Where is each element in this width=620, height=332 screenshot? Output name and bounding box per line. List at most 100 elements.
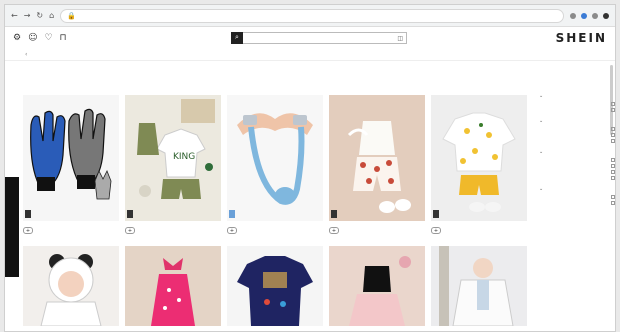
forward-icon[interactable]: →: [24, 11, 31, 20]
side-tab[interactable]: [5, 177, 19, 277]
safety-harness-illustration: [237, 113, 313, 205]
product-image[interactable]: [125, 246, 221, 326]
checkbox[interactable]: [611, 158, 615, 162]
user-icon[interactable]: ☺: [28, 33, 37, 43]
chevron-down-icon[interactable]: ⌄: [539, 149, 543, 155]
reload-icon[interactable]: ↻: [36, 11, 43, 20]
product-card[interactable]: [125, 246, 221, 326]
heart-icon[interactable]: ♡: [44, 33, 52, 43]
product-image[interactable]: [23, 246, 119, 326]
add-to-cart-button[interactable]: +: [431, 227, 441, 234]
product-card[interactable]: +: [431, 95, 527, 234]
cart-plus-icon: +: [433, 227, 439, 234]
product-card[interactable]: [329, 246, 425, 326]
filter-option[interactable]: [539, 127, 615, 131]
checkbox[interactable]: [611, 102, 615, 106]
camera-icon[interactable]: ◫: [397, 35, 406, 42]
filter-panel: ⌄ ⌄ ⌄ ⌄: [539, 93, 615, 211]
extension-icon[interactable]: [581, 12, 587, 19]
filter-option[interactable]: [539, 139, 615, 143]
filter-group[interactable]: ⌄: [539, 149, 615, 180]
checkbox[interactable]: [611, 201, 615, 205]
baby-outfit-illustration: KING: [137, 99, 215, 199]
gloves-illustration: [30, 108, 112, 200]
product-badge: [331, 210, 337, 218]
search-icon: ⌕: [235, 33, 239, 41]
add-to-cart-button[interactable]: +: [23, 227, 33, 234]
browser-window: ← → ↻ ⌂ 🔒 ⚙ ☺ ♡ ⊓ ⌕ ◫ SHEIN ‹ + KING + +…: [4, 4, 616, 332]
category-bar: ‹: [5, 49, 615, 61]
product-image[interactable]: [227, 246, 323, 326]
search-input[interactable]: [243, 33, 398, 43]
chevron-down-icon[interactable]: ⌄: [539, 186, 543, 192]
product-image[interactable]: [329, 246, 425, 326]
filter-option[interactable]: [539, 170, 615, 174]
add-to-cart-button[interactable]: +: [329, 227, 339, 234]
add-to-cart-button[interactable]: +: [125, 227, 135, 234]
product-card[interactable]: KING +: [125, 95, 221, 234]
checkbox[interactable]: [611, 108, 615, 112]
cart-plus-icon: +: [229, 227, 235, 234]
address-bar[interactable]: 🔒: [60, 8, 564, 23]
filter-option[interactable]: [539, 133, 615, 137]
product-image[interactable]: [227, 95, 323, 221]
browser-toolbar: ← → ↻ ⌂ 🔒: [5, 5, 615, 27]
product-image[interactable]: [431, 95, 527, 221]
extension-icon[interactable]: [570, 12, 576, 19]
product-badge: [433, 210, 439, 218]
chevron-left-icon[interactable]: ‹: [25, 51, 27, 58]
filter-group[interactable]: ⌄: [539, 186, 615, 205]
product-row: +: [125, 227, 221, 234]
filter-option[interactable]: [539, 158, 615, 162]
checkbox[interactable]: [611, 127, 615, 131]
checkbox[interactable]: [611, 164, 615, 168]
filter-option[interactable]: [539, 195, 615, 199]
product-card[interactable]: [227, 246, 323, 326]
shein-logo[interactable]: SHEIN: [556, 31, 607, 45]
checkbox[interactable]: [611, 139, 615, 143]
cart-plus-icon: +: [127, 227, 133, 234]
product-card[interactable]: +: [227, 95, 323, 234]
nav-buttons: ← → ↻ ⌂: [11, 11, 54, 20]
product-image[interactable]: [431, 246, 527, 326]
filter-option[interactable]: [539, 164, 615, 168]
checkbox[interactable]: [611, 133, 615, 137]
product-card[interactable]: +: [329, 95, 425, 234]
site-header: ⚙ ☺ ♡ ⊓ ⌕ ◫ SHEIN: [5, 27, 615, 49]
product-row: +: [329, 227, 425, 234]
filter-option[interactable]: [539, 201, 615, 205]
back-icon[interactable]: ←: [11, 11, 18, 20]
checkbox[interactable]: [611, 176, 615, 180]
profile-icon[interactable]: [603, 12, 609, 19]
product-row: +: [227, 227, 323, 234]
product-image[interactable]: [329, 95, 425, 221]
add-to-cart-button[interactable]: +: [227, 227, 237, 234]
checkbox[interactable]: [611, 195, 615, 199]
product-image[interactable]: [23, 95, 119, 221]
search-button[interactable]: ⌕: [231, 31, 243, 44]
panda-costume-illustration: [40, 254, 102, 326]
chevron-down-icon[interactable]: ⌄: [539, 93, 543, 99]
floral-outfit-illustration: [347, 121, 411, 213]
product-card[interactable]: +: [23, 95, 119, 234]
product-badge: [25, 210, 31, 218]
chevron-down-icon[interactable]: ⌄: [539, 118, 543, 124]
filter-option[interactable]: [539, 176, 615, 180]
product-row: +: [23, 227, 119, 234]
filter-group[interactable]: ⌄: [539, 93, 615, 112]
filter-option[interactable]: [539, 108, 615, 112]
product-card[interactable]: [431, 246, 527, 326]
gear-icon[interactable]: ⚙: [13, 33, 21, 43]
home-icon[interactable]: ⌂: [49, 11, 54, 20]
product-badge: [127, 210, 133, 218]
cart-plus-icon: +: [25, 227, 31, 234]
checkbox[interactable]: [611, 170, 615, 174]
white-shirt-illustration: [439, 246, 514, 326]
extension-icon[interactable]: [592, 12, 598, 19]
product-image[interactable]: KING: [125, 95, 221, 221]
filter-option[interactable]: [539, 102, 615, 106]
filter-group[interactable]: ⌄: [539, 118, 615, 143]
pink-dress-illustration: [151, 258, 195, 326]
bag-icon[interactable]: ⊓: [60, 33, 67, 43]
product-card[interactable]: [23, 246, 119, 326]
